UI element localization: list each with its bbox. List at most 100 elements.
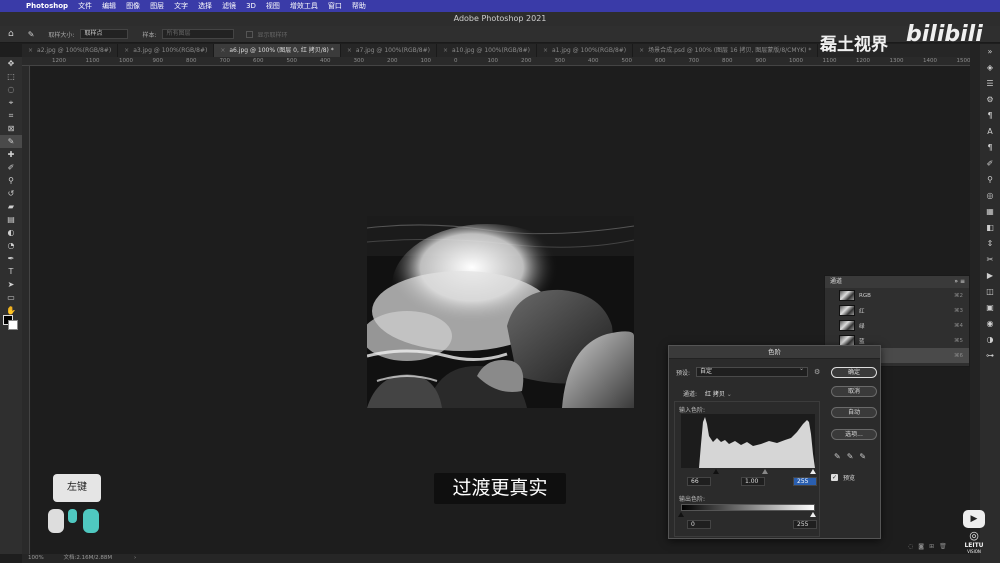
menu-type[interactable]: 文字 [174,1,188,11]
channel-row-green[interactable]: 绿 ⌘4 [825,318,969,333]
menu-filter[interactable]: 滤镜 [222,1,236,11]
mask-icon[interactable]: ◙ [918,543,929,550]
pen-tool-icon[interactable]: ✒ [0,252,22,265]
eyedropper-tool-icon[interactable]: ✎ [0,135,22,148]
actions-icon[interactable]: ▶ [980,268,1000,284]
timeline-icon[interactable]: ⊶ [980,348,1000,364]
quick-select-tool-icon[interactable]: ⌖ [0,96,22,109]
type-tool-icon[interactable]: T [0,265,22,278]
brush-tool-icon[interactable]: ✐ [0,161,22,174]
close-tab-icon[interactable]: × [543,47,548,54]
output-white-slider[interactable] [810,512,816,517]
status-arrow-icon[interactable]: › [134,555,136,561]
path-select-tool-icon[interactable]: ➤ [0,278,22,291]
close-tab-icon[interactable]: × [347,47,352,54]
output-white-field[interactable]: 255 [793,520,817,529]
document-tab[interactable]: × a1.jpg @ 100%(RGB/8#) [537,44,634,57]
healing-brush-tool-icon[interactable]: ✚ [0,148,22,161]
channel-row-red[interactable]: 红 ⌘3 [825,303,969,318]
panel-menu-icon[interactable]: » ≡ [954,276,965,288]
layers-icon[interactable]: ◈ [980,60,1000,76]
background-color-swatch[interactable] [8,320,18,330]
gradient-tool-icon[interactable]: ▤ [0,213,22,226]
new-channel-icon[interactable]: ⊞ [929,543,939,550]
input-white-slider[interactable] [810,469,816,474]
input-white-field[interactable]: 255 [793,477,817,486]
blur-tool-icon[interactable]: ◐ [0,226,22,239]
tools-icon[interactable]: ✂ [980,252,1000,268]
show-ring-checkbox[interactable] [246,30,254,38]
input-gamma-slider[interactable] [762,469,768,474]
close-tab-icon[interactable]: × [443,47,448,54]
history-brush-tool-icon[interactable]: ↺ [0,187,22,200]
move-tool-icon[interactable]: ✥ [0,57,22,70]
swatches-icon[interactable]: ▦ [980,204,1000,220]
preview-checkbox[interactable]: ✓ [831,474,838,481]
zoom-level[interactable]: 100% [28,555,44,561]
marquee-tool-icon[interactable]: ⬚ [0,70,22,83]
sample-size-select[interactable]: 取样点 [80,29,129,39]
gray-point-eyedropper-icon[interactable]: ✎ [847,452,860,461]
white-point-eyedropper-icon[interactable]: ✎ [859,452,872,461]
dodge-tool-icon[interactable]: ◔ [0,239,22,252]
layers-panel-icon[interactable]: ▣ [980,300,1000,316]
output-black-field[interactable]: 0 [687,520,711,529]
stamp-tool-icon[interactable]: ⚲ [0,174,22,187]
sample-select[interactable]: 所有图层 [162,29,235,39]
auto-button[interactable]: 自动 [831,407,877,418]
close-tab-icon[interactable]: × [124,47,129,54]
document-tab[interactable]: × a2.jpg @ 100%(RGB/8#) [22,44,119,57]
chevron-down-icon[interactable]: ⌄ [727,391,732,398]
trash-icon[interactable]: 🗑 [939,543,952,550]
document-tab[interactable]: × a3.jpg @ 100%(RGB/8#) [118,44,215,57]
close-tab-icon[interactable]: × [220,47,225,54]
menu-3d[interactable]: 3D [246,2,256,10]
cancel-button[interactable]: 取消 [831,386,877,397]
lasso-tool-icon[interactable]: ◌ [0,83,22,96]
channels-panel-title[interactable]: 通道 [830,276,842,288]
menu-plugins[interactable]: 增效工具 [290,1,318,11]
channels-icon[interactable]: ◉ [980,316,1000,332]
eyedropper-preset-icon[interactable]: ✎ [28,30,35,39]
document-tab[interactable]: × a10.jpg @ 100%(RGB/8#) [437,44,537,57]
options-button[interactable]: 选项... [831,429,877,440]
home-icon[interactable]: ⌂ [8,29,14,39]
output-black-slider[interactable] [678,512,684,517]
paragraph-icon[interactable]: ¶ [980,108,1000,124]
history-icon[interactable]: ◫ [980,284,1000,300]
paths-icon[interactable]: ⚲ [980,172,1000,188]
black-point-eyedropper-icon[interactable]: ✎ [834,452,847,461]
adjustments-icon[interactable]: ☰ [980,76,1000,92]
styles-icon[interactable]: ◧ [980,220,1000,236]
rectangle-tool-icon[interactable]: ▭ [0,291,22,304]
menu-window[interactable]: 窗口 [328,1,342,11]
menu-image[interactable]: 图像 [126,1,140,11]
document-image[interactable] [367,216,634,408]
eraser-tool-icon[interactable]: ▰ [0,200,22,213]
close-tab-icon[interactable]: × [639,47,644,54]
preset-options-gear-icon[interactable]: ⚙ [814,368,820,376]
collapse-panels-icon[interactable]: » [980,44,1000,60]
input-black-slider[interactable] [713,469,719,474]
channel-row-rgb[interactable]: RGB ⌘2 [825,288,969,303]
input-gamma-field[interactable]: 1.00 [741,477,765,486]
input-black-field[interactable]: 66 [687,477,711,486]
ok-button[interactable]: 确定 [831,367,877,378]
menu-view[interactable]: 视图 [266,1,280,11]
channel-select[interactable]: 红 拷贝 [705,391,725,398]
menu-select[interactable]: 选择 [198,1,212,11]
document-tab[interactable]: × 场景合成.psd @ 100% (图层 16 拷贝, 图层蒙版/8/CMYK)… [633,44,819,57]
app-menu[interactable]: Photoshop [26,2,68,10]
close-tab-icon[interactable]: × [28,47,33,54]
preset-select[interactable]: 自定 [696,365,809,377]
character-icon[interactable]: A [980,124,1000,140]
properties-icon[interactable]: ⚙ [980,92,1000,108]
glyphs-icon[interactable]: ¶ [980,140,1000,156]
menu-help[interactable]: 帮助 [352,1,366,11]
menu-file[interactable]: 文件 [78,1,92,11]
crop-tool-icon[interactable]: ⌗ [0,109,22,122]
frame-tool-icon[interactable]: ⊠ [0,122,22,135]
3d-icon[interactable]: ◎ [980,188,1000,204]
menu-layer[interactable]: 图层 [150,1,164,11]
masks-icon[interactable]: ◑ [980,332,1000,348]
